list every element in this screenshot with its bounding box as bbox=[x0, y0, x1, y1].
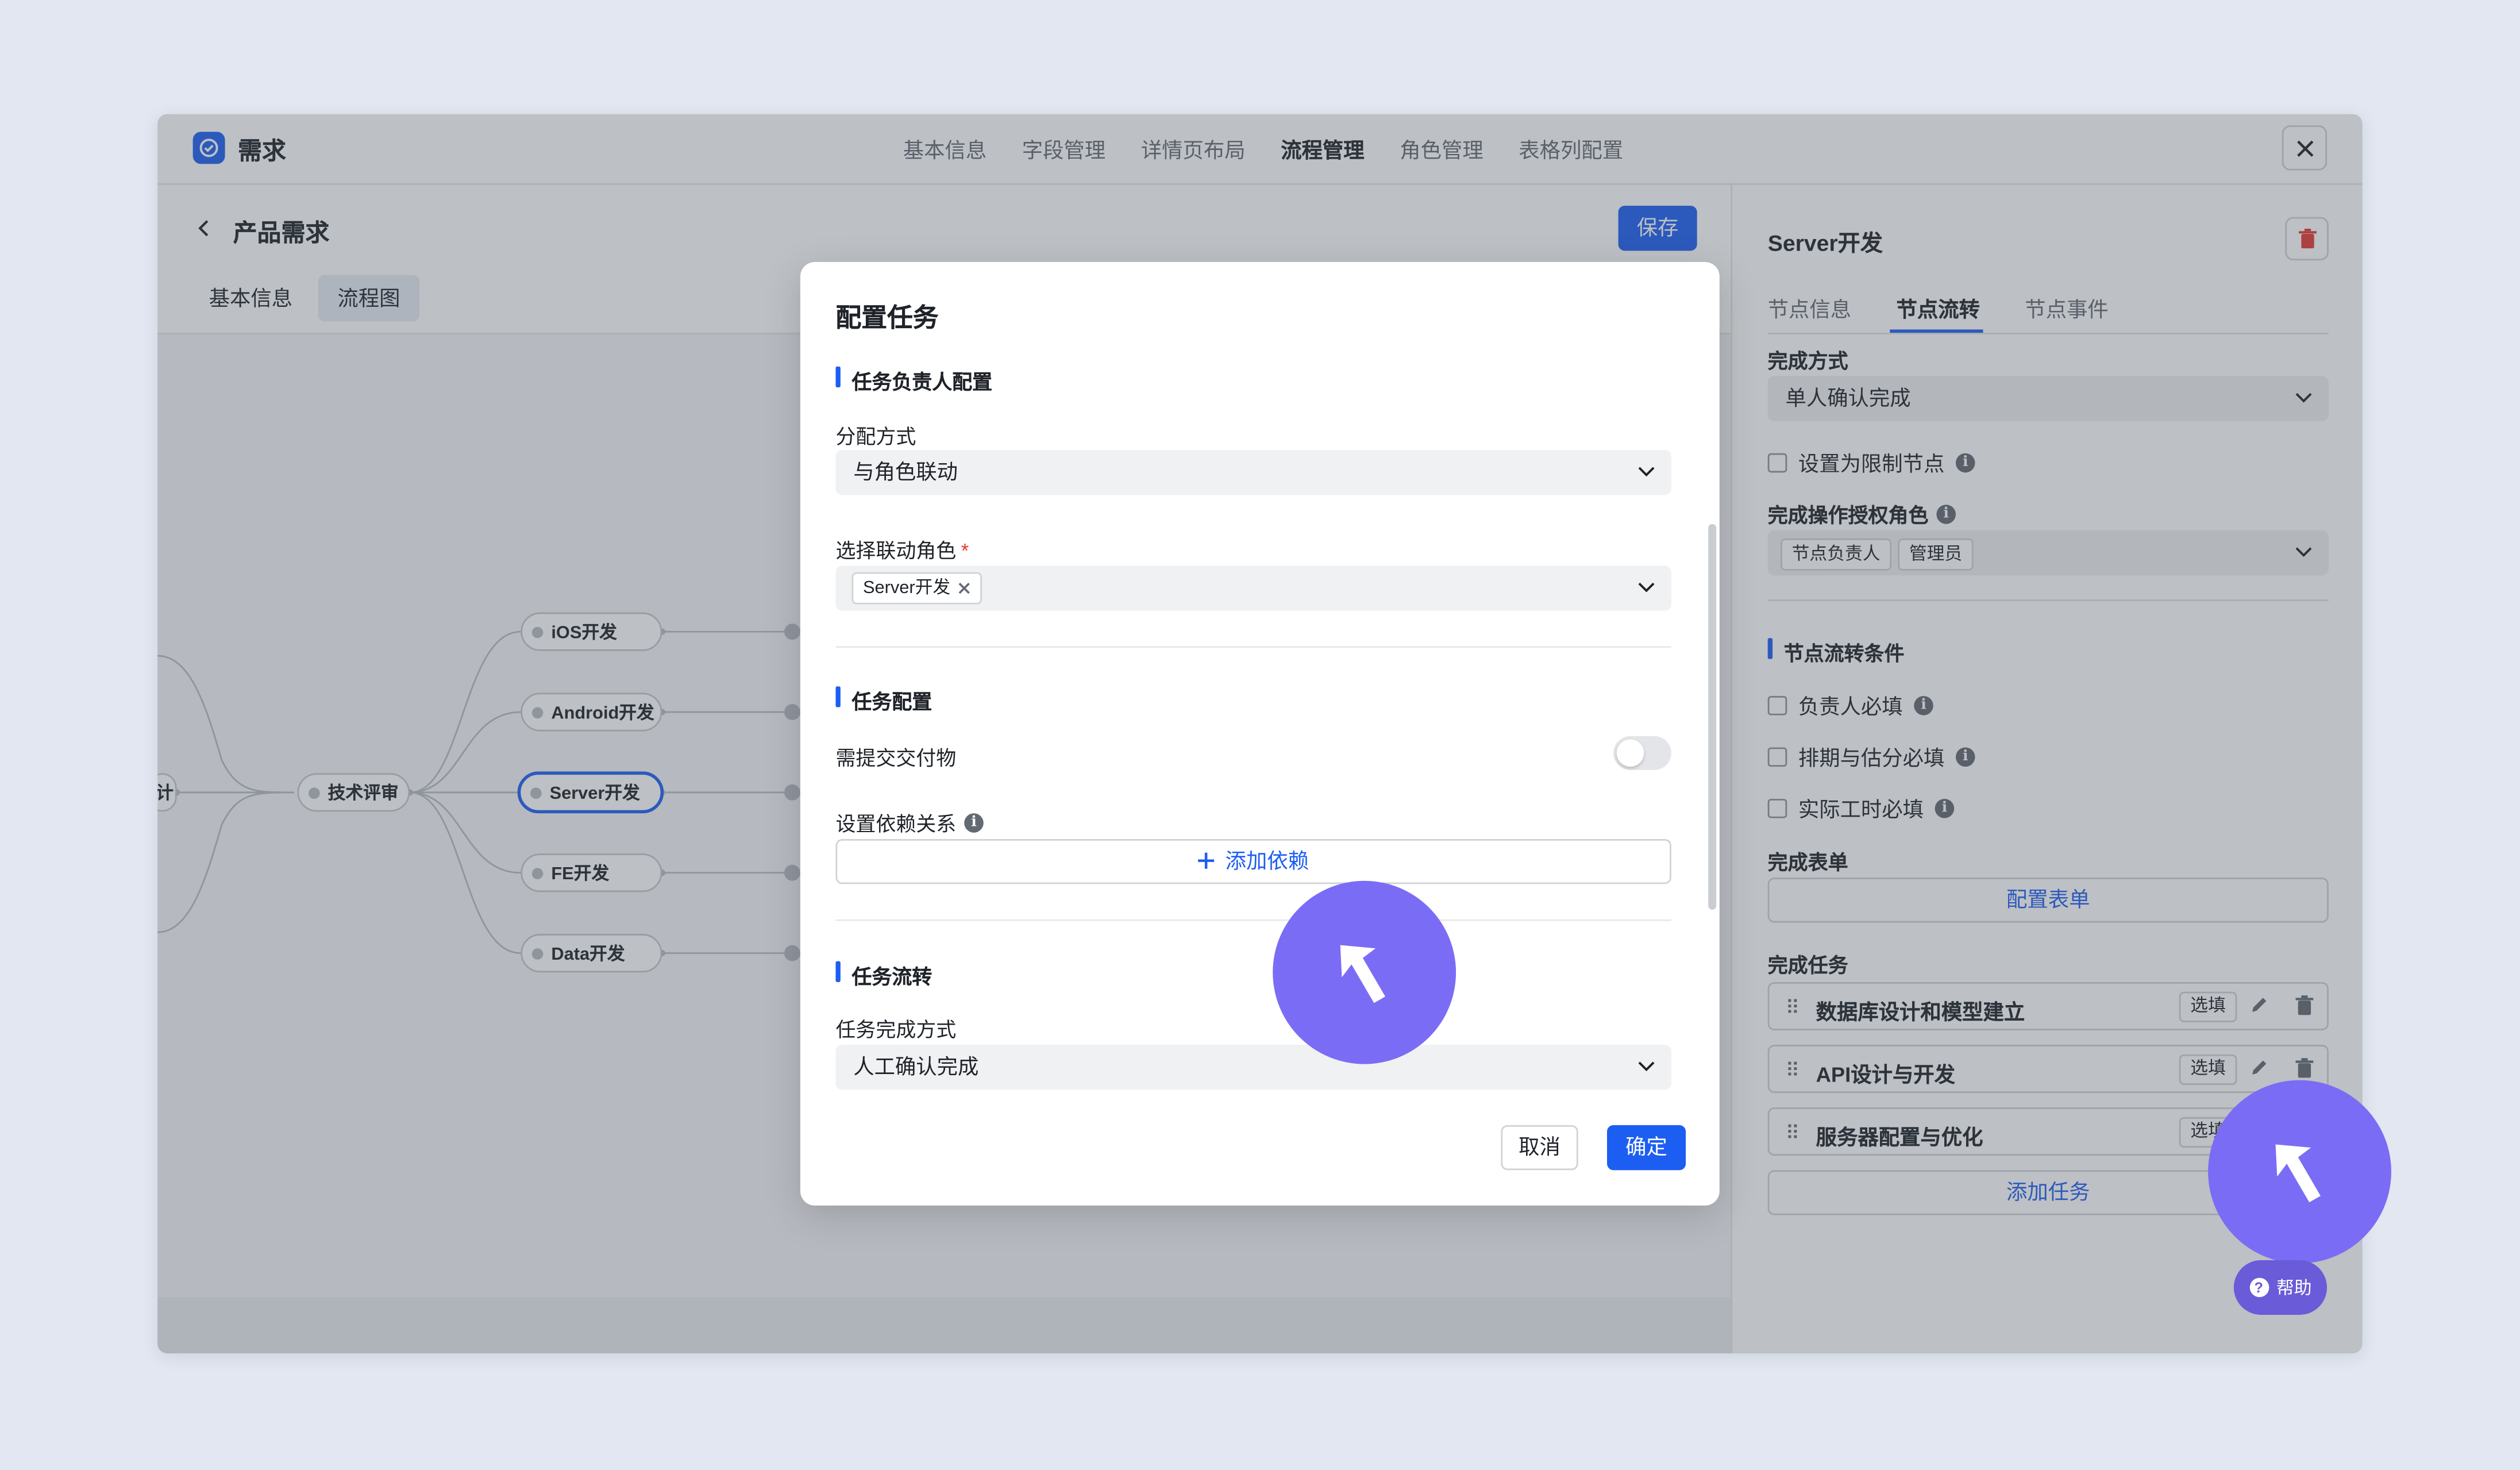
assign-method-select[interactable]: 与角色联动 bbox=[835, 450, 1671, 495]
deliverable-toggle[interactable] bbox=[1613, 736, 1671, 770]
cursor-pointer-icon bbox=[1273, 880, 1456, 1064]
section-assignee: 任务负责人配置 bbox=[835, 365, 992, 395]
chevron-down-icon bbox=[1638, 1061, 1655, 1072]
linked-role-select[interactable]: Server开发 bbox=[835, 565, 1671, 611]
confirm-button[interactable]: 确定 bbox=[1607, 1125, 1686, 1171]
deliverable-label: 需提交交付物 bbox=[835, 747, 957, 770]
dependency-label-row: 设置依赖关系 i bbox=[835, 807, 984, 837]
help-button[interactable]: ? 帮助 bbox=[2233, 1260, 2328, 1315]
remove-chip-icon[interactable] bbox=[958, 581, 971, 594]
task-completion-select[interactable]: 人工确认完成 bbox=[835, 1045, 1671, 1090]
chevron-down-icon bbox=[1638, 467, 1655, 477]
section-task-config: 任务配置 bbox=[835, 685, 932, 715]
cancel-button[interactable]: 取消 bbox=[1501, 1125, 1578, 1171]
role-chip: Server开发 bbox=[851, 571, 983, 604]
plus-icon bbox=[1199, 852, 1215, 869]
modal-title: 配置任务 bbox=[835, 305, 939, 333]
assign-method-label: 分配方式 bbox=[835, 426, 916, 449]
chevron-down-icon bbox=[1638, 582, 1655, 592]
task-completion-label: 任务完成方式 bbox=[835, 1019, 957, 1042]
divider bbox=[835, 919, 1671, 921]
required-mark: * bbox=[961, 540, 969, 563]
cursor-pointer-icon bbox=[2208, 1080, 2391, 1264]
divider bbox=[835, 646, 1671, 648]
modal-scrollbar[interactable] bbox=[1708, 524, 1717, 910]
linked-role-label: 选择联动角色 * bbox=[835, 540, 969, 563]
add-dependency-button[interactable]: 添加依赖 bbox=[835, 839, 1671, 884]
configure-task-modal: 配置任务 任务负责人配置 分配方式 与角色联动 选择联动角色 * Server开发… bbox=[800, 261, 1720, 1206]
help-icon: ? bbox=[2249, 1277, 2268, 1298]
section-task-flow: 任务流转 bbox=[835, 960, 932, 990]
info-icon[interactable]: i bbox=[964, 812, 984, 832]
toggle-knob bbox=[1616, 739, 1644, 767]
